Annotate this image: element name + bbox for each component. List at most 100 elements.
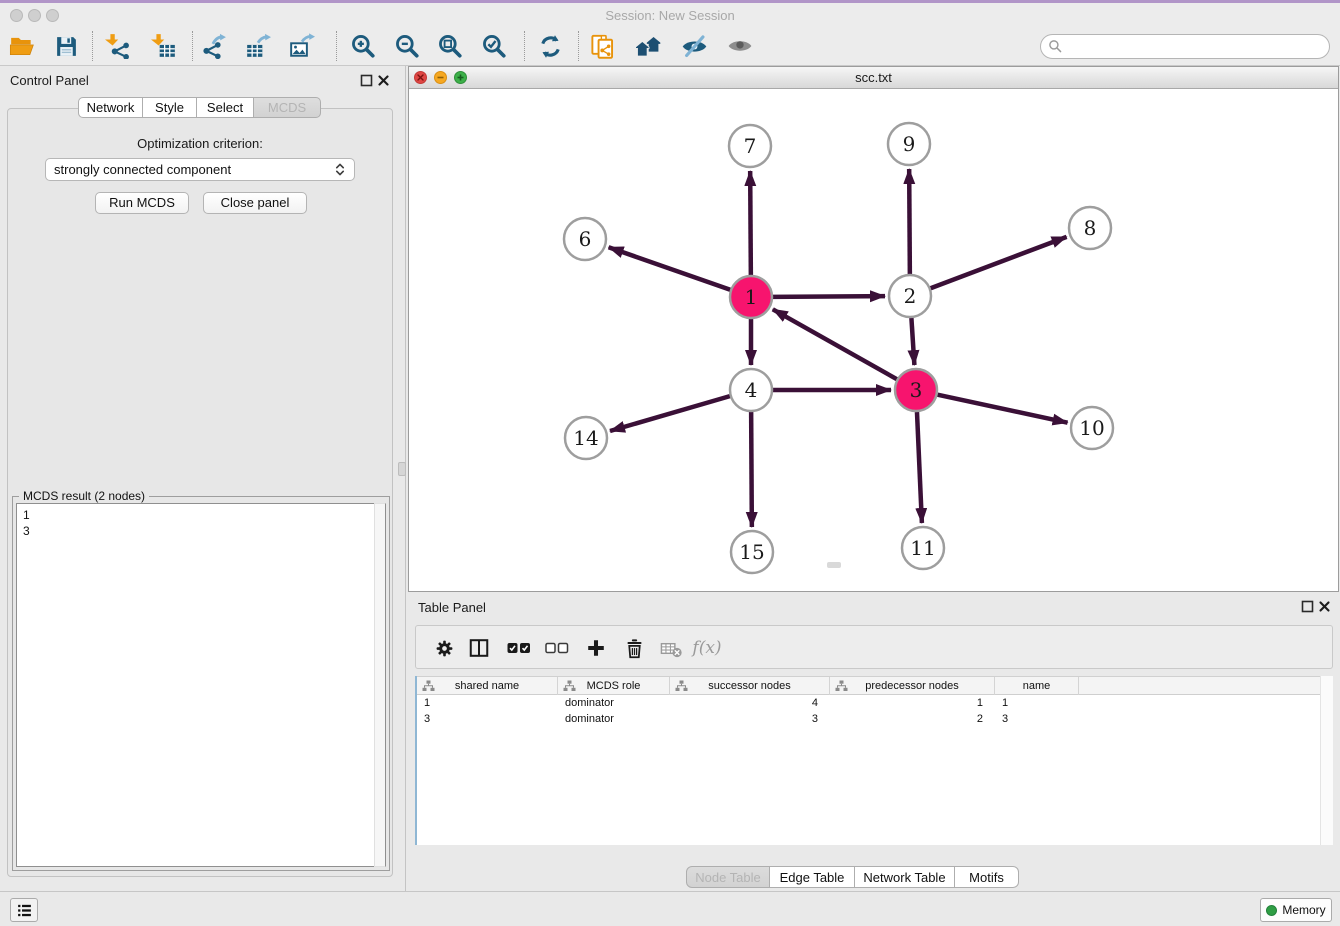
maximize-network-button[interactable]	[454, 71, 467, 84]
column-header-mcds-role[interactable]: MCDS role	[558, 677, 670, 695]
duplicate-network-icon[interactable]	[584, 29, 620, 63]
table-settings-gear-icon[interactable]	[427, 631, 461, 665]
graph-node-3[interactable]: 3	[895, 369, 937, 411]
tab-select[interactable]: Select	[197, 97, 254, 118]
minimize-window-button[interactable]	[28, 9, 41, 22]
add-entry-plus-icon[interactable]	[579, 631, 613, 665]
splitter-handle[interactable]	[398, 462, 406, 476]
tab-motifs[interactable]: Motifs	[955, 866, 1019, 888]
table-cell[interactable]: 3	[417, 711, 558, 727]
minimize-network-button[interactable]	[434, 71, 447, 84]
table-cell[interactable]: dominator	[558, 711, 670, 727]
close-table-panel-icon[interactable]	[1318, 600, 1331, 613]
tab-edge-table[interactable]: Edge Table	[770, 866, 855, 888]
graph-edge-2-8[interactable]	[931, 237, 1067, 288]
import-table-icon[interactable]	[146, 29, 182, 63]
search-input[interactable]	[1040, 34, 1330, 59]
mcds-result-text[interactable]: 1 3	[16, 503, 386, 867]
zoom-selected-icon[interactable]	[476, 29, 512, 63]
column-header-predecessor-nodes[interactable]: predecessor nodes	[830, 677, 995, 695]
select-all-icon[interactable]	[502, 631, 536, 665]
graph-node-1[interactable]: 1	[730, 276, 772, 318]
save-icon[interactable]	[48, 29, 84, 63]
column-header-shared-name[interactable]: shared name	[417, 677, 558, 695]
export-network-icon[interactable]	[196, 29, 232, 63]
close-window-button[interactable]	[10, 9, 23, 22]
hide-selected-icon[interactable]	[676, 29, 712, 63]
svg-text:3: 3	[910, 378, 923, 402]
column-header-name[interactable]: name	[995, 677, 1079, 695]
network-canvas[interactable]: 1 2 3 4 6 7 8 9 10 11 14 15	[409, 89, 1338, 591]
table-row[interactable]: 3dominator323	[417, 711, 1333, 727]
graph-edge-1-6[interactable]	[609, 247, 731, 289]
horizontal-scrollbar-thumb[interactable]	[827, 562, 841, 568]
close-panel-icon[interactable]	[377, 74, 390, 87]
table-row[interactable]: 1dominator411	[417, 695, 1333, 711]
optimization-criterion-dropdown[interactable]: strongly connected component	[45, 158, 355, 181]
first-neighbors-icon[interactable]	[630, 29, 666, 63]
graph-edge-3-1[interactable]	[773, 309, 897, 379]
graph-node-14[interactable]: 14	[565, 417, 607, 459]
float-panel-icon[interactable]	[360, 74, 373, 87]
tab-style[interactable]: Style	[143, 97, 197, 118]
export-image-icon[interactable]	[284, 29, 320, 63]
graph-node-9[interactable]: 9	[888, 123, 930, 165]
vertical-splitter[interactable]	[405, 66, 406, 891]
table-scrollbar[interactable]	[1320, 676, 1333, 845]
table-cell[interactable]: 1	[417, 695, 558, 711]
zoom-window-button[interactable]	[46, 9, 59, 22]
table-cell[interactable]: 3	[670, 711, 830, 727]
graph-edge-1-7[interactable]	[750, 171, 751, 275]
graph-node-2[interactable]: 2	[889, 275, 931, 317]
close-panel-button[interactable]: Close panel	[203, 192, 307, 214]
tab-network-table[interactable]: Network Table	[855, 866, 955, 888]
zoom-fit-icon[interactable]	[432, 29, 468, 63]
tab-network[interactable]: Network	[78, 97, 143, 118]
graph-edge-2-3[interactable]	[911, 318, 914, 365]
show-all-icon[interactable]	[722, 29, 758, 63]
graph-edge-3-10[interactable]	[938, 395, 1068, 423]
svg-text:8: 8	[1084, 216, 1097, 240]
table-cell[interactable]: 2	[830, 711, 995, 727]
graph-edge-4-15[interactable]	[751, 412, 752, 527]
memory-label: Memory	[1282, 903, 1325, 917]
graph-edge-2-9[interactable]	[909, 169, 910, 274]
zoom-in-icon[interactable]	[345, 29, 381, 63]
graph-node-11[interactable]: 11	[902, 527, 944, 569]
table-cell[interactable]: 3	[995, 711, 1079, 727]
table-cell[interactable]: 1	[830, 695, 995, 711]
mcds-result-group: MCDS result (2 nodes) 1 3	[12, 496, 390, 871]
graph-edge-4-14[interactable]	[610, 396, 730, 431]
close-network-button[interactable]	[414, 71, 427, 84]
table-cell[interactable]: dominator	[558, 695, 670, 711]
zoom-out-icon[interactable]	[389, 29, 425, 63]
delete-table-icon[interactable]	[654, 631, 688, 665]
column-header-successor-nodes[interactable]: successor nodes	[670, 677, 830, 695]
column-layout-icon[interactable]	[462, 631, 496, 665]
float-table-panel-icon[interactable]	[1301, 600, 1314, 613]
open-file-icon[interactable]	[4, 29, 40, 63]
delete-entry-trash-icon[interactable]	[617, 631, 651, 665]
tab-mcds[interactable]: MCDS	[254, 97, 321, 118]
graph-edge-1-2[interactable]	[773, 296, 885, 297]
memory-button[interactable]: Memory	[1260, 898, 1332, 922]
table-cell[interactable]: 1	[995, 695, 1079, 711]
graph-node-15[interactable]: 15	[731, 531, 773, 573]
deselect-all-icon[interactable]	[540, 631, 574, 665]
result-scrollbar[interactable]	[374, 503, 386, 867]
graph-node-4[interactable]: 4	[730, 369, 772, 411]
import-network-icon[interactable]	[100, 29, 136, 63]
table-cell[interactable]: 4	[670, 695, 830, 711]
network-window-titlebar[interactable]: scc.txt	[409, 67, 1338, 89]
task-history-button[interactable]	[10, 898, 38, 922]
graph-node-8[interactable]: 8	[1069, 207, 1111, 249]
graph-node-10[interactable]: 10	[1071, 407, 1113, 449]
run-mcds-button[interactable]: Run MCDS	[95, 192, 189, 214]
export-table-icon[interactable]	[240, 29, 276, 63]
refresh-layout-icon[interactable]	[532, 29, 568, 63]
function-builder-icon[interactable]: f(x)	[690, 631, 724, 665]
tab-node-table[interactable]: Node Table	[686, 866, 770, 888]
graph-node-7[interactable]: 7	[729, 125, 771, 167]
graph-node-6[interactable]: 6	[564, 218, 606, 260]
graph-edge-3-11[interactable]	[917, 412, 922, 523]
